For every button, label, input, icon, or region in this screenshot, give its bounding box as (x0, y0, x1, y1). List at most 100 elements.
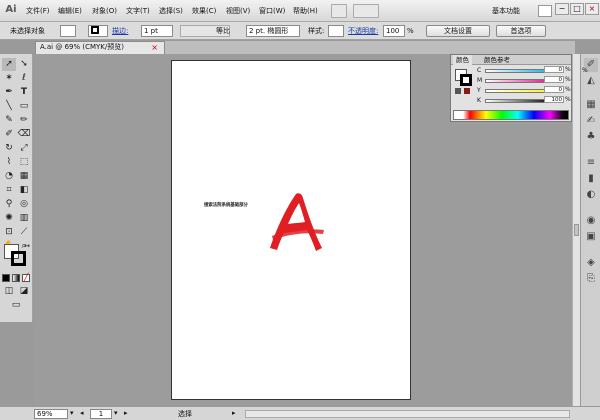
color-guide-icon[interactable]: ◭ (584, 74, 598, 88)
pencil-icon[interactable]: ✏ (17, 114, 31, 127)
swap-colors-icon[interactable]: ↔ (20, 240, 34, 253)
red-letter-a-artwork[interactable] (266, 190, 328, 254)
rotate-icon[interactable]: ↻ (2, 142, 16, 155)
stroke-weight-field[interactable]: 1 pt (141, 25, 173, 37)
channel-label-k: K (477, 97, 481, 104)
menu-effect[interactable]: 效果(C) (192, 4, 216, 18)
zoom-field[interactable]: 69% (34, 409, 68, 419)
opacity-field[interactable]: 100 (383, 25, 405, 37)
swatches-icon[interactable]: ▦ (584, 98, 598, 112)
prev-artboard-icon[interactable]: ◂ (80, 409, 84, 417)
document-setup-button[interactable]: 文档设置 (426, 25, 490, 37)
channel-unit-k: % (565, 96, 571, 103)
symbols-icon[interactable]: ♣ (584, 130, 598, 144)
next-artboard-icon[interactable]: ▸ (124, 409, 128, 417)
arrange-documents-icon[interactable] (353, 4, 379, 18)
type-icon[interactable]: T (17, 86, 31, 99)
mesh-icon[interactable]: ⌗ (2, 184, 16, 197)
channel-value-m[interactable]: 0 (544, 76, 564, 83)
layers-icon[interactable]: ◈ (584, 256, 598, 270)
artboards-icon[interactable]: ⎘ (584, 272, 598, 286)
gradient-mode-icon[interactable] (12, 274, 20, 282)
artboard-number-field[interactable]: 1 (90, 409, 112, 419)
menu-type[interactable]: 文字(T) (126, 4, 150, 18)
brush-definition-select[interactable]: 2 pt. 椭圆形 (246, 25, 300, 37)
out-of-gamut-icon[interactable] (455, 88, 461, 94)
blob-brush-icon[interactable]: ✐ (2, 128, 16, 141)
blend-icon[interactable]: ◎ (17, 198, 31, 211)
horizontal-scrollbar[interactable] (245, 410, 570, 418)
stroke-label[interactable]: 描边: (112, 25, 128, 37)
channel-label-m: M (477, 77, 483, 84)
opacity-label[interactable]: 不透明度: (348, 25, 378, 37)
brush-icon[interactable]: ✎ (2, 114, 16, 127)
search-input[interactable] (538, 5, 552, 17)
draw-normal-icon[interactable]: ◫ (2, 285, 16, 298)
artboard-dropdown-icon[interactable]: ▾ (114, 409, 118, 417)
slice-icon[interactable]: ⟋ (17, 226, 31, 239)
menu-object[interactable]: 对象(O) (92, 4, 117, 18)
graphic-style-swatch[interactable] (328, 25, 344, 37)
draw-behind-icon[interactable]: ◪ (17, 285, 31, 298)
graphic-styles-icon[interactable]: ▣ (584, 230, 598, 244)
channel-label-c: C (477, 67, 482, 74)
brushes-icon[interactable]: ✍ (584, 114, 598, 128)
menu-edit[interactable]: 编辑(E) (58, 4, 82, 18)
magic-wand-icon[interactable]: ✶ (2, 72, 16, 85)
stroke-panel-icon[interactable]: ≡ (584, 156, 598, 170)
eyedropper-icon[interactable]: ⚲ (2, 198, 16, 211)
menu-window[interactable]: 窗口(W) (259, 4, 285, 18)
warp-icon[interactable]: ⌇ (2, 156, 16, 169)
panel-stroke-swatch[interactable] (460, 74, 472, 86)
eraser-icon[interactable]: ⌫ (17, 128, 31, 141)
color-mode-icon[interactable] (2, 274, 10, 282)
vertical-scrollbar[interactable] (572, 54, 580, 406)
bridge-icon[interactable] (331, 4, 347, 18)
status-menu-icon[interactable]: ▸ (232, 409, 236, 417)
artboard-text[interactable]: 搜索法院系统基础部分 (204, 202, 248, 208)
free-transform-icon[interactable]: ⬚ (17, 156, 31, 169)
minimize-button[interactable]: − (555, 3, 569, 15)
none-mode-icon[interactable]: ╱ (22, 274, 30, 282)
graph-icon[interactable]: ▥ (17, 212, 31, 225)
menu-help[interactable]: 帮助(H) (293, 4, 318, 18)
tools-panel: ➚ ➘ ✶ ℓ ✒ T ╲ ▭ ✎ ✏ ✐ ⌫ ↻ ⤢ ⌇ ⬚ ◔ ▦ ⌗ ◧ … (0, 54, 33, 322)
scroll-thumb[interactable] (574, 224, 579, 236)
fill-swatch[interactable] (60, 25, 76, 37)
scale-icon[interactable]: ⤢ (17, 142, 31, 155)
lasso-icon[interactable]: ℓ (17, 72, 31, 85)
rectangle-icon[interactable]: ▭ (17, 100, 31, 113)
document-tab[interactable]: A.ai @ 69% (CMYK/预览) × (35, 41, 165, 54)
preferences-button[interactable]: 首选项 (496, 25, 546, 37)
stroke-swatch[interactable] (88, 25, 108, 37)
artboard-tool-icon[interactable]: ⊡ (2, 226, 16, 239)
gradient-icon[interactable]: ◧ (17, 184, 31, 197)
appearance-icon[interactable]: ◉ (584, 214, 598, 228)
close-tab-icon[interactable]: × (151, 42, 158, 53)
symbol-sprayer-icon[interactable]: ✺ (2, 212, 16, 225)
line-icon[interactable]: ╲ (2, 100, 16, 113)
workspace-switcher[interactable]: 基本功能 (492, 4, 520, 18)
stroke-color-swatch[interactable] (11, 251, 26, 266)
menu-select[interactable]: 选择(S) (159, 4, 183, 18)
tab-color-guide[interactable]: 颜色参考 (481, 55, 513, 65)
color-spectrum[interactable] (453, 110, 569, 120)
shape-builder-icon[interactable]: ◔ (2, 170, 16, 183)
maximize-button[interactable]: □ (570, 3, 584, 15)
direct-selection-icon[interactable]: ➘ (17, 58, 31, 71)
selection-tool-icon[interactable]: ➚ (2, 58, 16, 71)
channel-value-y[interactable]: 0 (544, 86, 564, 93)
zoom-dropdown-icon[interactable]: ▾ (70, 409, 74, 417)
perspective-grid-icon[interactable]: ▦ (17, 170, 31, 183)
gradient-panel-icon[interactable]: ▮ (584, 172, 598, 186)
channel-value-c[interactable]: 0 (544, 66, 564, 73)
menu-file[interactable]: 文件(F) (26, 4, 50, 18)
screen-mode-icon[interactable]: ▭ (9, 299, 23, 312)
transparency-icon[interactable]: ◐ (584, 188, 598, 202)
channel-value-k[interactable]: 100 (544, 96, 564, 103)
close-window-button[interactable]: × (585, 3, 599, 15)
tab-color[interactable]: 颜色 (453, 55, 472, 65)
pen-icon[interactable]: ✒ (2, 86, 16, 99)
web-safe-icon[interactable] (464, 88, 470, 94)
menu-view[interactable]: 视图(V) (226, 4, 250, 18)
